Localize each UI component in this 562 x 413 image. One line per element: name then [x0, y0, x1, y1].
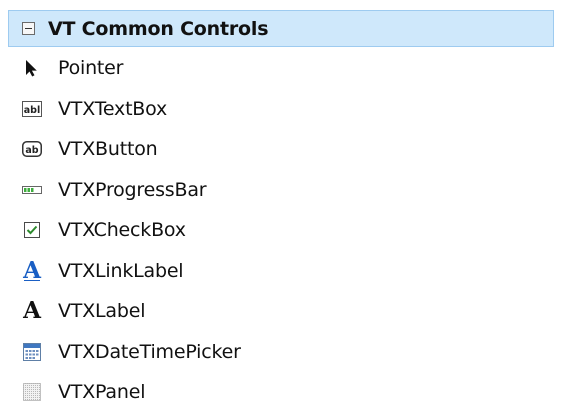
- datetimepicker-icon: [22, 342, 42, 362]
- textbox-icon-text: abl: [24, 105, 40, 116]
- item-label: VTXTextBox: [58, 97, 168, 120]
- toolbox-item-list: Pointer abl VTXTextBox ab VTXButton VTXP…: [0, 48, 562, 413]
- toolbox-item-textbox[interactable]: abl VTXTextBox: [0, 89, 562, 130]
- item-label: VTXButton: [58, 138, 158, 161]
- toolbox-item-checkbox[interactable]: VTXCheckBox: [0, 210, 562, 251]
- collapse-icon[interactable]: [22, 22, 35, 35]
- toolbox-item-progressbar[interactable]: VTXProgressBar: [0, 170, 562, 211]
- toolbox-item-pointer[interactable]: Pointer: [0, 48, 562, 89]
- toolbox-panel: VT Common Controls Pointer abl VTXTextBo…: [0, 0, 562, 407]
- progressbar-icon: [22, 180, 42, 200]
- item-label: VTXDateTimePicker: [58, 340, 241, 363]
- panel-icon: [22, 382, 42, 402]
- button-icon-text: ab: [25, 145, 38, 156]
- item-label: VTXCheckBox: [58, 219, 186, 242]
- toolbox-item-label[interactable]: A VTXLabel: [0, 291, 562, 332]
- label-icon: A: [22, 297, 42, 325]
- button-icon: ab: [22, 139, 42, 159]
- toolbox-item-panel[interactable]: VTXPanel: [0, 372, 562, 413]
- pointer-icon: [22, 58, 42, 78]
- item-label: VTXLabel: [58, 300, 146, 323]
- linklabel-icon: A: [22, 256, 42, 284]
- item-label: Pointer: [58, 57, 124, 80]
- group-header[interactable]: VT Common Controls: [8, 10, 554, 47]
- textbox-icon: abl: [22, 99, 42, 119]
- linklabel-icon-text: A: [23, 256, 41, 284]
- toolbox-item-button[interactable]: ab VTXButton: [0, 129, 562, 170]
- item-label: VTXPanel: [58, 381, 146, 404]
- group-title: VT Common Controls: [48, 17, 269, 40]
- item-label: VTXProgressBar: [58, 178, 207, 201]
- toolbox-item-linklabel[interactable]: A VTXLinkLabel: [0, 251, 562, 292]
- checkbox-icon: [22, 220, 42, 240]
- toolbox-item-datetimepicker[interactable]: VTXDateTimePicker: [0, 332, 562, 373]
- item-label: VTXLinkLabel: [58, 259, 184, 282]
- label-icon-text: A: [23, 297, 41, 325]
